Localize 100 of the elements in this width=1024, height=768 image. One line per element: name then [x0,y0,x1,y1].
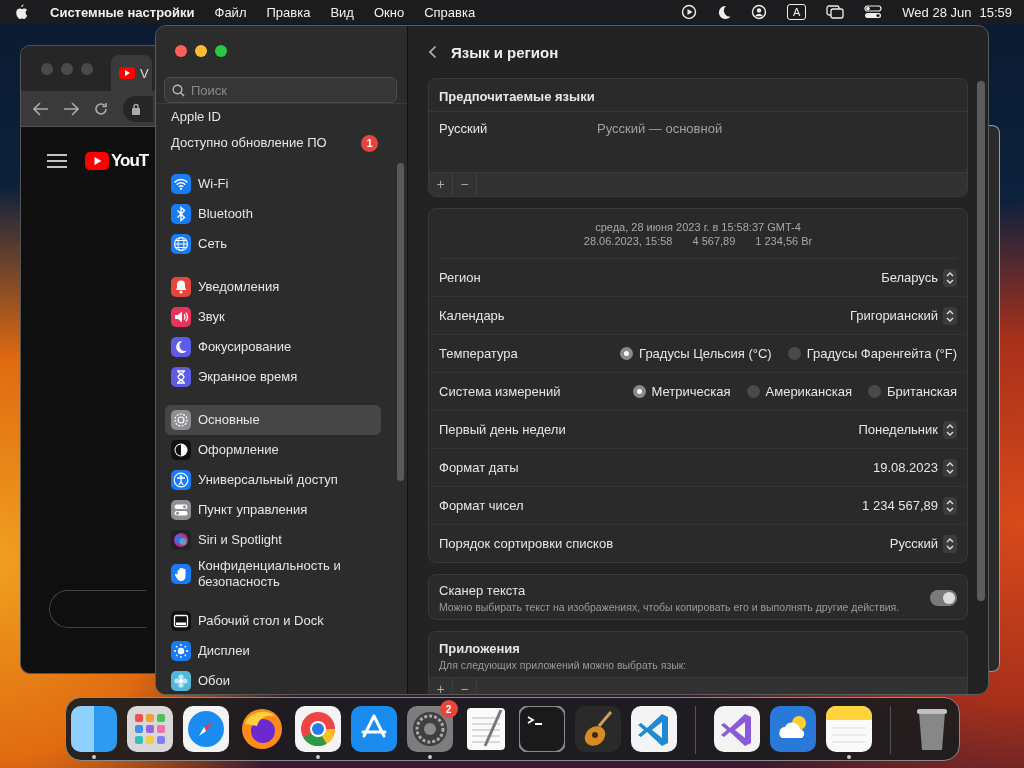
menu-clock[interactable]: 15:59 [979,4,1012,20]
terminal-icon[interactable] [518,706,565,752]
popup-button[interactable]: Беларусь [881,268,957,287]
up-down-chevron-icon [943,268,957,287]
play-icon [85,152,109,170]
up-down-chevron-icon [943,534,957,553]
up-down-chevron-icon [943,306,957,325]
sidebar-item[interactable]: Рабочий стол и Dock [165,606,381,636]
radio-option[interactable]: Британская [868,384,957,399]
sidebar-item[interactable]: Siri и Spotlight [165,525,381,555]
menu-item[interactable]: Файл [204,4,257,20]
user-circle-icon[interactable] [750,4,767,20]
play-icon [119,67,135,79]
app-menu[interactable]: Системные настройки [28,4,205,20]
reload-icon[interactable] [93,100,109,117]
radio-button[interactable] [632,385,646,398]
sidebar-item[interactable]: Конфиденциальность и безопасность [165,555,381,593]
control-center-icon[interactable] [864,5,883,19]
ribbon-icon[interactable] [630,706,677,752]
menu-item[interactable]: Окно [363,4,415,20]
zoom-button[interactable] [215,45,227,57]
setting-label: Первый день недели [439,422,566,437]
wifi-icon [171,174,191,194]
forward-arrow-icon[interactable] [63,101,79,116]
sidebar-item[interactable]: Универсальный доступ [165,465,381,495]
popup-button[interactable]: Понедельник [858,420,957,439]
gear-icon[interactable] [406,706,453,752]
grid-icon[interactable] [126,706,173,752]
language-row[interactable]: Русский Русский — основной [429,112,967,172]
moon-icon[interactable] [716,4,731,20]
radio-option[interactable]: Градусы Фаренгейта (°F) [787,346,957,361]
popup-button[interactable]: Григорианский [849,306,957,325]
menu-item[interactable]: Справка [414,4,486,20]
sidebar-item[interactable]: Wi-Fi [165,169,381,199]
setting-label: Формат даты [439,460,519,475]
menu-item[interactable]: Вид [320,4,364,20]
popup-button[interactable]: Русский [889,534,957,553]
popup-button[interactable]: 1 234 567,89 [862,496,957,515]
radio-option[interactable]: Американская [746,384,852,399]
apple-logo-icon[interactable] [14,4,28,20]
notification-badge: 1 [361,134,378,152]
window-stack-icon[interactable] [826,5,845,19]
close-button[interactable] [175,45,187,57]
sidebar-item[interactable]: Дисплеи [165,636,381,666]
sidebar-item[interactable]: Apple ID [165,104,381,130]
sidebar-item[interactable]: Экранное время [165,362,381,392]
sidebar-item[interactable]: Уведомления [165,272,381,302]
menu-date[interactable]: Wed 28 Jun [902,4,972,20]
hand-icon [171,564,191,584]
browser-tab[interactable]: V [111,55,152,91]
sidebar-item[interactable]: Сеть [165,229,381,259]
radio-option[interactable]: Градусы Цельсия (°C) [620,346,772,361]
search-field[interactable]: Поиск [164,77,397,103]
sidebar-item[interactable]: Пункт управления [165,495,381,525]
scrollbar[interactable] [397,163,404,481]
notepad-icon[interactable] [825,706,872,752]
guitar-icon[interactable] [574,706,621,752]
radio-button[interactable] [787,347,801,360]
setting-label: Календарь [439,308,505,323]
up-down-chevron-icon [943,458,957,477]
format-preview: среда, 28 июня 2023 г. в 15:58:37 GMT-4 [595,219,801,234]
menu-icon[interactable] [47,154,67,168]
sidebar-item[interactable]: Обои [165,666,381,694]
list-button[interactable]: − [453,173,477,196]
format-preview: 4 567,89 [692,233,736,248]
up-down-chevron-icon [943,496,957,515]
scrollbar[interactable] [977,81,985,601]
radio-button[interactable] [746,385,760,398]
address-bar[interactable] [123,95,153,122]
radio-button[interactable] [620,347,634,360]
sidebar-item[interactable]: Основные [165,405,381,435]
radio-option[interactable]: Метрическая [632,384,731,399]
minimize-button[interactable] [195,45,207,57]
wheel-icon[interactable] [294,706,341,752]
play-circle-icon[interactable] [680,4,697,20]
popup-button[interactable]: 19.08.2023 [872,458,957,477]
toggle-switch[interactable] [930,590,957,606]
list-button[interactable]: + [429,173,453,196]
bluetooth-icon [171,204,191,224]
back-chevron-icon[interactable] [428,45,437,59]
site-logo[interactable]: YouT [85,151,149,171]
setting-label: Температура [439,346,518,361]
back-arrow-icon[interactable] [33,101,49,116]
format-preview: 1 234,56 Br [755,233,813,248]
page-title: Язык и регион [451,43,559,61]
ribbon-icon[interactable] [713,706,760,752]
sidebar-item[interactable]: Звук [165,302,381,332]
compass-icon[interactable] [182,706,229,752]
sidebar-item[interactable]: Оформление [165,435,381,465]
setting-label: Порядок сортировки списков [439,536,614,551]
hourglass-icon [171,367,191,387]
sidebar-item[interactable]: Доступно обновление ПО [165,130,361,156]
contrast-icon [171,440,191,460]
sidebar-item[interactable]: Bluetooth [165,199,381,229]
flower-icon [171,671,191,691]
sidebar-item[interactable]: Фокусирование [165,332,381,362]
cloud-sun-icon[interactable] [769,706,816,752]
radio-button[interactable] [868,385,881,398]
input-source-indicator[interactable]: A [786,4,807,20]
menu-item[interactable]: Правка [256,4,321,20]
